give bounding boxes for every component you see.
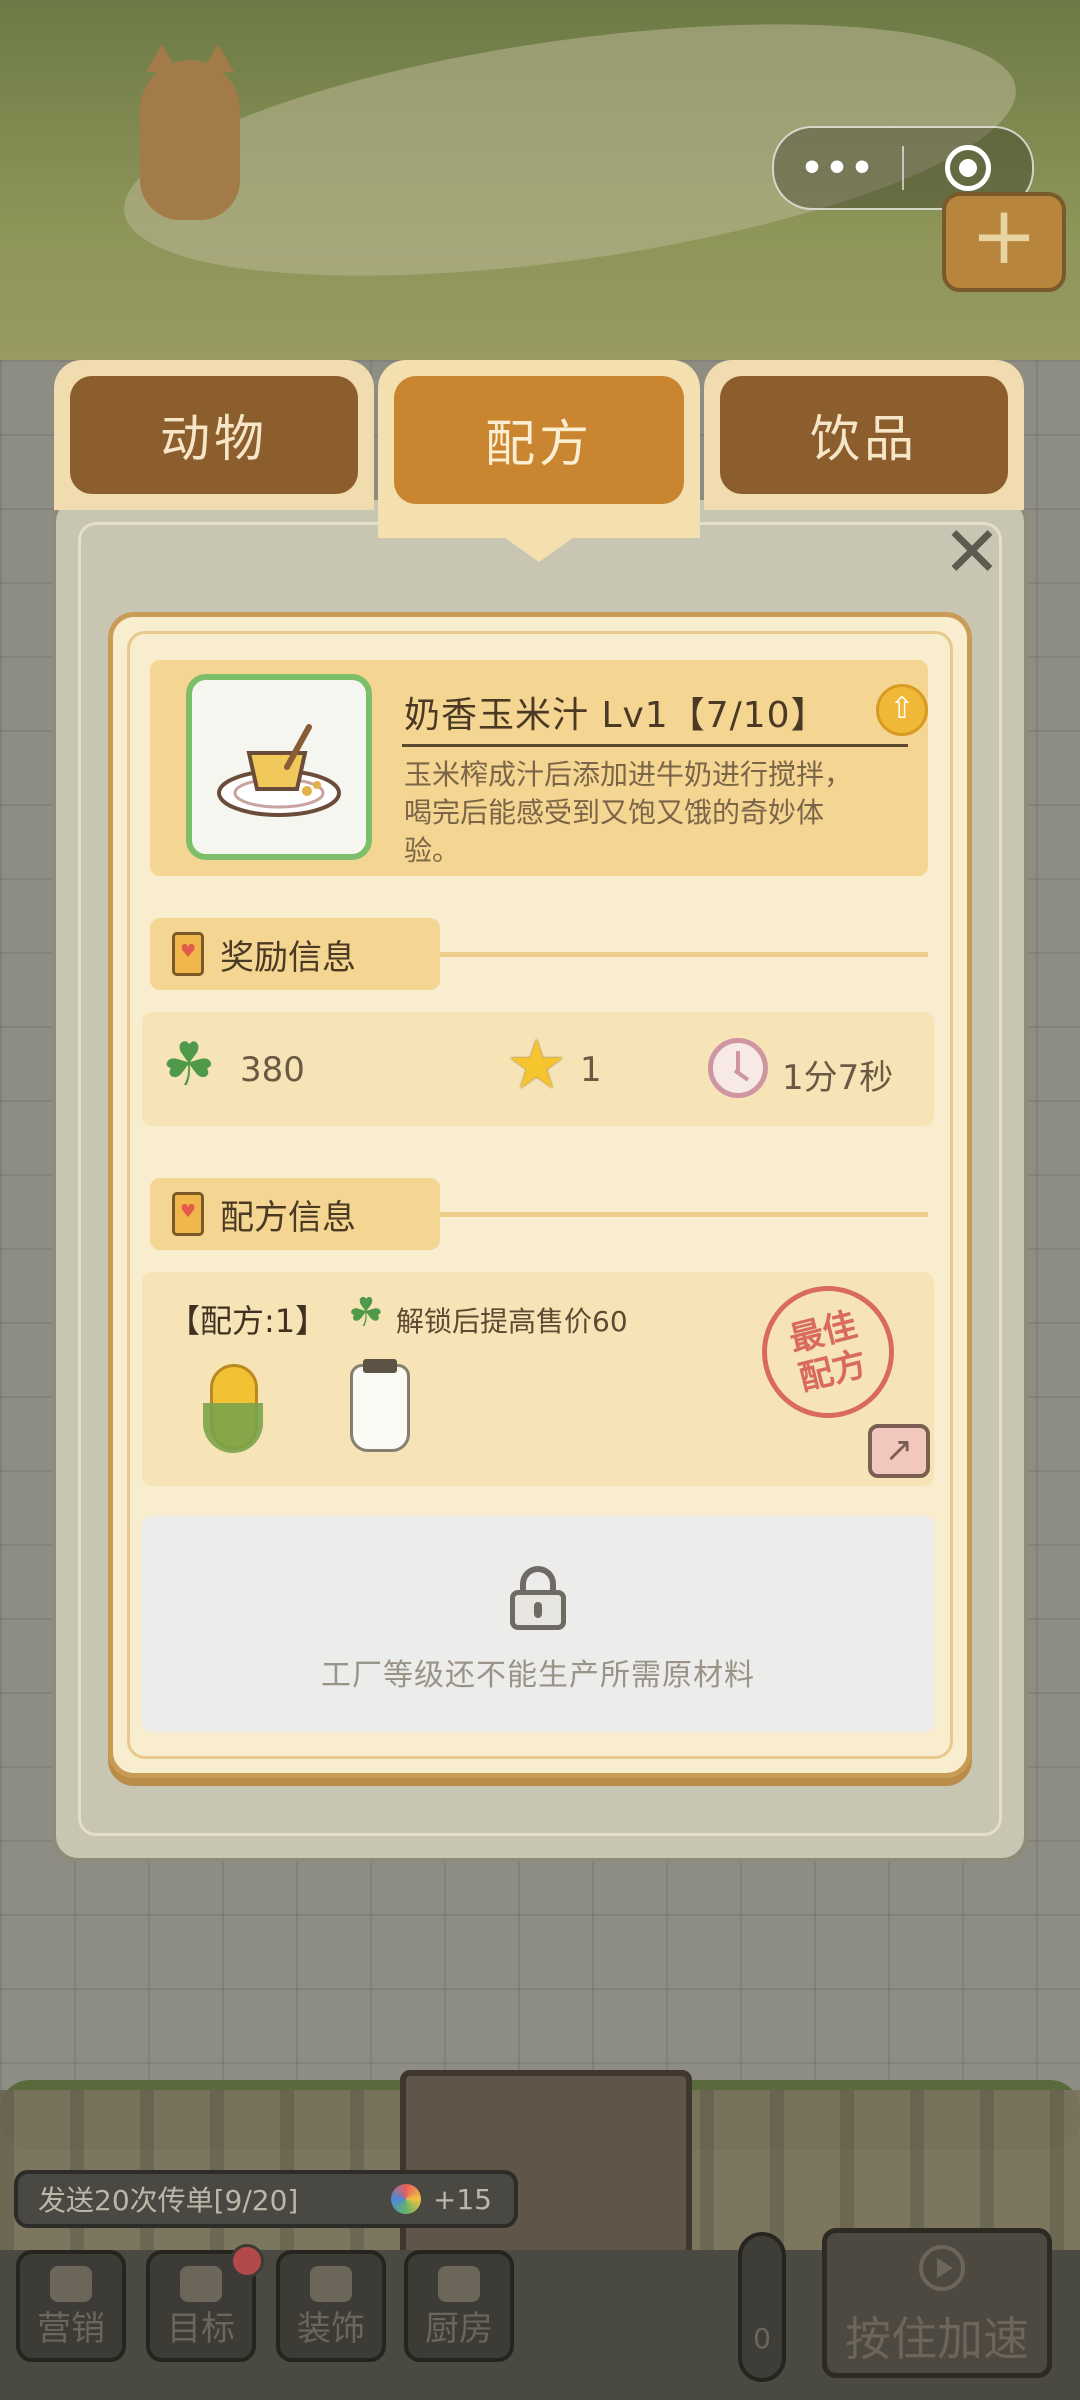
time-value: 1分7秒: [782, 1058, 894, 1098]
reward-section-header: 奖励信息: [150, 918, 440, 990]
speed-label: 按住加速: [845, 2312, 1029, 2366]
tab-recipes[interactable]: 配方: [378, 360, 700, 562]
lock-message: 工厂等级还不能生产所需原材料: [321, 1658, 755, 1693]
share-icon[interactable]: ↗: [868, 1424, 930, 1478]
milk-bottle-icon[interactable]: [350, 1359, 410, 1452]
close-icon[interactable]: ✕: [940, 517, 1004, 587]
kitchen-button[interactable]: 厨房: [404, 2250, 514, 2362]
section-divider: [440, 952, 928, 957]
recipe-name: 【配方:1】: [168, 1302, 328, 1340]
tab-drinks[interactable]: 饮品: [704, 360, 1024, 510]
clipboard-icon: [172, 1192, 204, 1236]
tab-animals[interactable]: 动物: [54, 360, 374, 510]
clover-icon: ☘: [162, 1030, 216, 1100]
thermometer-gauge: 0: [738, 2232, 786, 2382]
notification-dot: [230, 2244, 264, 2278]
title-underline: [402, 744, 908, 747]
task-text: 发送20次传单[9/20]: [38, 2184, 299, 2217]
task-reward: +15: [432, 2182, 492, 2216]
recipe-section-header: 配方信息: [150, 1178, 440, 1250]
marketing-button[interactable]: 营销: [16, 2250, 126, 2362]
clover-value: 380: [240, 1050, 305, 1090]
corn-icon[interactable]: [203, 1364, 263, 1453]
candy-icon: [390, 2184, 421, 2214]
paint-roller-icon: [310, 2266, 352, 2302]
thermometer-value: 0: [753, 2322, 771, 2355]
clover-icon: ☘: [348, 1290, 384, 1336]
target-circle-icon[interactable]: [904, 145, 1032, 191]
tab-recipes-label: 配方: [394, 376, 684, 504]
lock-icon: [510, 1566, 566, 1630]
tab-animals-label: 动物: [70, 376, 358, 494]
play-icon: [919, 2245, 965, 2291]
pot-icon: [438, 2266, 480, 2302]
goal-label: 目标: [167, 2309, 235, 2349]
megaphone-icon: [50, 2266, 92, 2302]
corn-milk-drink-icon: [186, 674, 372, 860]
tab-drinks-label: 饮品: [720, 376, 1008, 494]
decor-label: 装饰: [297, 2309, 365, 2349]
item-title: 奶香玉米汁 Lv1【7/10】: [404, 695, 828, 736]
clipboard-icon: [172, 932, 204, 976]
more-dots-icon[interactable]: •••: [774, 148, 902, 189]
star-icon: ★: [506, 1026, 567, 1105]
section-divider: [440, 1212, 928, 1217]
hold-to-speed-button[interactable]: 按住加速: [822, 2228, 1052, 2378]
target-icon: [180, 2266, 222, 2302]
kitchen-label: 厨房: [425, 2309, 493, 2349]
task-bar[interactable]: 发送20次传单[9/20] +15: [14, 2170, 518, 2228]
reward-section-label: 奖励信息: [220, 937, 356, 978]
cat-character[interactable]: [140, 44, 240, 220]
decor-button[interactable]: 装饰: [276, 2250, 386, 2362]
star-value: 1: [580, 1050, 602, 1090]
clock-icon: [708, 1038, 768, 1098]
item-description: 玉米榨成汁后添加进牛奶进行搅拌，喝完后能感受到又饱又饿的奇妙体验。: [404, 758, 853, 867]
recipe-section-label: 配方信息: [220, 1197, 356, 1238]
plus-icon[interactable]: +: [942, 192, 1066, 292]
marketing-label: 营销: [37, 2309, 105, 2349]
upgrade-arrow-icon[interactable]: ⇧: [876, 684, 928, 736]
recipe-bonus-text: 解锁后提高售价60: [396, 1305, 628, 1338]
